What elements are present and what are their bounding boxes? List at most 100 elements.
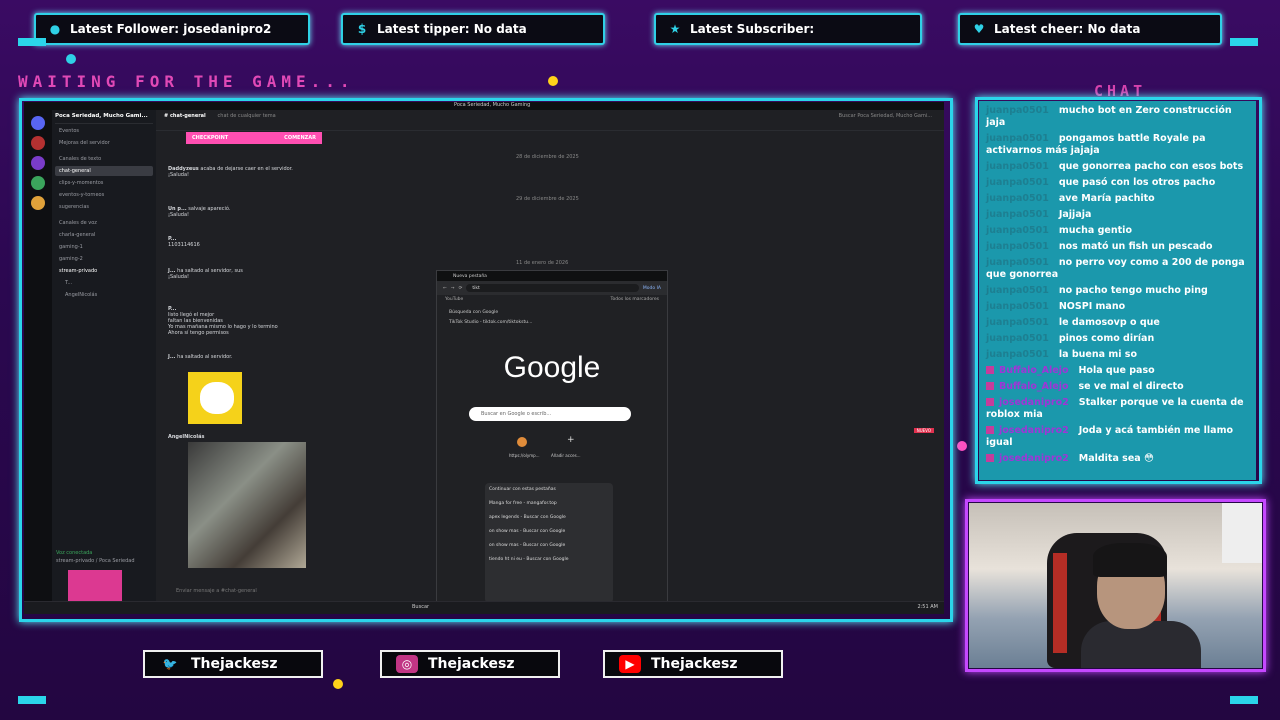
chat-message: josedanipro2 Joda y acá también me llamo … <box>979 423 1256 451</box>
ai-mode-button[interactable]: Modo IA <box>643 286 661 291</box>
chat-username[interactable]: juanpa0501 <box>986 285 1049 296</box>
cyan-sparkle-icon <box>66 54 76 64</box>
continue-tab-item[interactable]: Manga for free - mangafor.top <box>489 501 609 506</box>
chat-text: NOSPI mano <box>1058 301 1126 312</box>
continue-tab-item[interactable]: on show mas - Buscar con Google <box>489 529 609 534</box>
chat-username[interactable]: Buffalo_Alejo <box>999 381 1068 392</box>
taskbar-search[interactable]: Buscar <box>412 604 429 610</box>
forward-icon[interactable]: → <box>451 286 455 291</box>
reload-icon[interactable]: ⟳ <box>459 286 463 291</box>
checkpoint-label: CHECKPOINT <box>192 135 229 141</box>
heart-icon: ♥ <box>973 22 985 36</box>
new-messages-badge[interactable]: NUEVO <box>913 428 934 433</box>
continue-tab-item[interactable]: on show mas - Buscar con Google <box>489 543 609 548</box>
channel-suggestions[interactable]: sugerencias <box>55 202 153 212</box>
google-search-input[interactable]: Buscar en Google o escrib... <box>469 407 631 421</box>
continue-tab-item[interactable]: apex legends - Buscar con Google <box>489 515 609 520</box>
shortcut-icon[interactable] <box>517 437 527 447</box>
chat-username[interactable]: juanpa0501 <box>986 133 1049 144</box>
chat-username[interactable]: juanpa0501 <box>986 105 1049 116</box>
chat-username[interactable]: juanpa0501 <box>986 193 1049 204</box>
omnibox-suggestion[interactable]: TikTok Studio - tiktok.com/tiktokstu... <box>437 316 667 329</box>
shortcut-label[interactable]: https://olymp... <box>509 453 540 458</box>
user-icon: ● <box>49 22 61 36</box>
chat-text: Maldita sea 😳 <box>1078 453 1154 464</box>
corner-decoration <box>18 38 46 46</box>
server-icon[interactable] <box>31 176 45 190</box>
all-bookmarks[interactable]: Todos los marcadores <box>611 297 660 302</box>
social-twitter[interactable]: 🐦 Thejackesz <box>143 650 323 678</box>
chat-username[interactable]: Buffalo_Alejo <box>999 365 1068 376</box>
chat-username[interactable]: juanpa0501 <box>986 161 1049 172</box>
channel-chat-general[interactable]: chat-general <box>55 166 153 176</box>
chrome-toolbar: ← → ⟳ tikt Modo IA <box>437 281 667 295</box>
add-shortcut-label[interactable]: Añadir acces... <box>551 453 581 458</box>
server-icon[interactable] <box>31 196 45 210</box>
attached-photo[interactable] <box>188 442 306 568</box>
latest-follower-label: Latest Follower: josedanipro2 <box>70 22 272 36</box>
chat-username[interactable]: juanpa0501 <box>986 177 1049 188</box>
chat-username[interactable]: josedanipro2 <box>999 397 1069 408</box>
chrome-tab[interactable]: Nueva pestaña <box>453 274 487 279</box>
social-instagram[interactable]: ◎ Thejackesz <box>380 650 560 678</box>
address-bar[interactable]: tikt <box>466 284 639 292</box>
voice-channel-gaming-1[interactable]: gaming-1 <box>55 242 153 252</box>
discord-home-icon[interactable] <box>31 116 45 130</box>
chat-message: juanpa0501 ave María pachito <box>979 191 1256 207</box>
voice-user[interactable]: T... <box>55 278 153 288</box>
discord-chat-area: # chat-general chat de cualquier tema Bu… <box>156 110 944 614</box>
message: Un p... salvaje apareció. ¡Saluda! <box>168 206 231 218</box>
chat-username[interactable]: juanpa0501 <box>986 317 1049 328</box>
continue-tab-item[interactable]: tiendo ht ni eu - Buscar con Google <box>489 557 609 562</box>
twitter-icon: 🐦 <box>162 657 178 671</box>
text-channels-header[interactable]: Canales de texto <box>55 154 153 164</box>
chat-text: la buena mi so <box>1058 349 1137 360</box>
user-badge-icon <box>986 426 994 434</box>
chat-username[interactable]: juanpa0501 <box>986 301 1049 312</box>
chat-username[interactable]: juanpa0501 <box>986 349 1049 360</box>
window-background <box>1222 503 1262 563</box>
chat-username[interactable]: juanpa0501 <box>986 241 1049 252</box>
waiting-for-game-text: WAITING FOR THE GAME... <box>18 72 355 91</box>
server-improvements-link[interactable]: Mejoras del servidor <box>55 138 153 148</box>
channel-list: Poca Seriedad, Mucho Gami... Eventos Mej… <box>52 110 156 614</box>
chat-message: josedanipro2 Stalker porque ve la cuenta … <box>979 395 1256 423</box>
message: AngelNicolás <box>168 434 205 440</box>
dollar-icon: $ <box>357 22 367 36</box>
chat-username[interactable]: juanpa0501 <box>986 225 1049 236</box>
chat-username[interactable]: josedanipro2 <box>999 453 1069 464</box>
discord-search-input[interactable]: Buscar Poca Seriedad, Mucho Gami... <box>839 113 932 119</box>
chat-username[interactable]: josedanipro2 <box>999 425 1069 436</box>
back-icon[interactable]: ← <box>443 286 447 291</box>
checkpoint-action[interactable]: COMENZAR <box>284 135 316 141</box>
voice-channel-charla[interactable]: charla-general <box>55 230 153 240</box>
chat-username[interactable]: juanpa0501 <box>986 333 1049 344</box>
chat-username[interactable]: juanpa0501 <box>986 209 1049 220</box>
server-rail <box>24 110 52 614</box>
latest-cheer-label: Latest cheer: No data <box>994 22 1141 36</box>
chat-username[interactable]: juanpa0501 <box>986 257 1049 268</box>
bookmark-youtube[interactable]: YouTube <box>445 297 463 302</box>
chat-text: Jajjaja <box>1058 209 1092 220</box>
add-shortcut-icon[interactable]: + <box>567 435 575 445</box>
webcam-feed <box>969 503 1262 668</box>
server-icon[interactable] <box>31 156 45 170</box>
checkpoint-banner[interactable]: CHECKPOINT COMENZAR <box>186 132 322 144</box>
channel-events[interactable]: eventos-y-torneos <box>55 190 153 200</box>
social-youtube[interactable]: ▶ Thejackesz <box>603 650 783 678</box>
chat-message: Buffalo_Alejo Hola que paso <box>979 363 1256 379</box>
events-link[interactable]: Eventos <box>55 126 153 136</box>
voice-channel-stream-privado[interactable]: stream-privado <box>55 266 153 276</box>
channel-clips[interactable]: clips-y-momentos <box>55 178 153 188</box>
message-input[interactable]: Enviar mensaje a #chat-general <box>176 588 257 594</box>
voice-channel-gaming-2[interactable]: gaming-2 <box>55 254 153 264</box>
chat-text: mucha gentio <box>1058 225 1132 236</box>
server-icon[interactable] <box>31 136 45 150</box>
server-name[interactable]: Poca Seriedad, Mucho Gami... <box>55 113 153 124</box>
chat-text: se ve mal el directo <box>1078 381 1184 392</box>
chat-text: no pacho tengo mucho ping <box>1058 285 1208 296</box>
voice-user[interactable]: AngelNicolás <box>55 290 153 300</box>
chat-text: que pasó con los otros pacho <box>1058 177 1216 188</box>
omnibox-suggestion[interactable]: Búsqueda con Google <box>437 309 667 316</box>
voice-channels-header[interactable]: Canales de voz <box>55 218 153 228</box>
